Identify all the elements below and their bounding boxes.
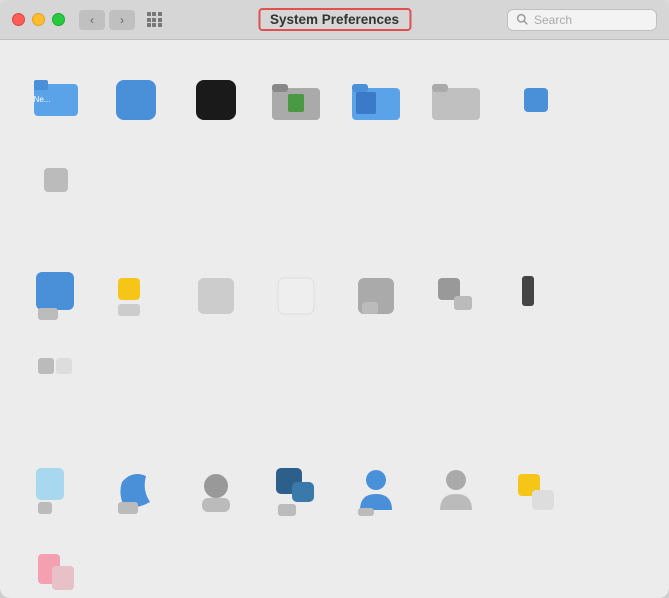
list-item[interactable] (340, 456, 412, 528)
icon-graphic (30, 270, 82, 322)
nav-buttons: ‹ › (79, 10, 135, 30)
maximize-button[interactable] (52, 13, 65, 26)
back-button[interactable]: ‹ (79, 10, 105, 30)
icon-graphic (350, 466, 402, 518)
icon-row-2 (20, 252, 649, 420)
icon-graphic (110, 74, 162, 126)
list-item[interactable] (500, 64, 572, 136)
list-item[interactable] (20, 536, 92, 598)
list-item[interactable] (420, 456, 492, 528)
titlebar: ‹ › System Preferences (0, 0, 669, 40)
search-icon (516, 13, 529, 26)
list-item[interactable] (260, 456, 332, 528)
list-item[interactable] (20, 144, 92, 216)
icon-graphic (30, 154, 82, 206)
list-item[interactable] (500, 260, 572, 332)
list-item[interactable] (260, 260, 332, 332)
icon-graphic (270, 270, 322, 322)
list-item[interactable] (420, 64, 492, 136)
list-item[interactable] (340, 260, 412, 332)
icon-graphic (110, 466, 162, 518)
content-area: Ne... (0, 40, 669, 598)
list-item[interactable] (420, 260, 492, 332)
list-item[interactable] (500, 456, 572, 528)
search-input[interactable] (534, 13, 648, 27)
icon-graphic (510, 74, 562, 126)
svg-text:Ne...: Ne... (34, 95, 51, 104)
icon-graphic: Ne... (30, 74, 82, 126)
icon-graphic (350, 74, 402, 126)
main-window: ‹ › System Preferences (0, 0, 669, 598)
icon-graphic (430, 270, 482, 322)
minimize-button[interactable] (32, 13, 45, 26)
icon-graphic (190, 270, 242, 322)
list-item[interactable] (340, 64, 412, 136)
list-item[interactable] (20, 456, 92, 528)
list-item[interactable] (100, 260, 172, 332)
list-item[interactable] (100, 456, 172, 528)
icon-graphic (190, 74, 242, 126)
list-item[interactable]: Ne... (20, 64, 92, 136)
icon-graphic (270, 74, 322, 126)
traffic-lights (12, 13, 65, 26)
icon-graphic (30, 466, 82, 518)
list-item[interactable] (20, 260, 92, 332)
icon-graphic (430, 74, 482, 126)
search-box[interactable] (507, 9, 657, 31)
icon-graphic (510, 270, 562, 322)
list-item[interactable] (20, 340, 92, 412)
list-item[interactable] (180, 456, 252, 528)
icon-row-1: Ne... (20, 56, 649, 224)
list-item[interactable] (100, 64, 172, 136)
icon-graphic (30, 350, 82, 402)
icon-graphic (510, 466, 562, 518)
list-item[interactable] (180, 64, 252, 136)
icon-graphic (270, 466, 322, 518)
icon-graphic (350, 270, 402, 322)
close-button[interactable] (12, 13, 25, 26)
forward-button[interactable]: › (109, 10, 135, 30)
list-item[interactable] (180, 260, 252, 332)
grid-view-button[interactable] (141, 10, 167, 30)
icon-graphic (190, 466, 242, 518)
window-title: System Preferences (258, 8, 411, 31)
icon-graphic (110, 270, 162, 322)
grid-icon (147, 12, 162, 27)
icon-row-3 (20, 448, 649, 598)
icon-graphic (30, 546, 82, 598)
icon-graphic (430, 466, 482, 518)
list-item[interactable] (260, 64, 332, 136)
